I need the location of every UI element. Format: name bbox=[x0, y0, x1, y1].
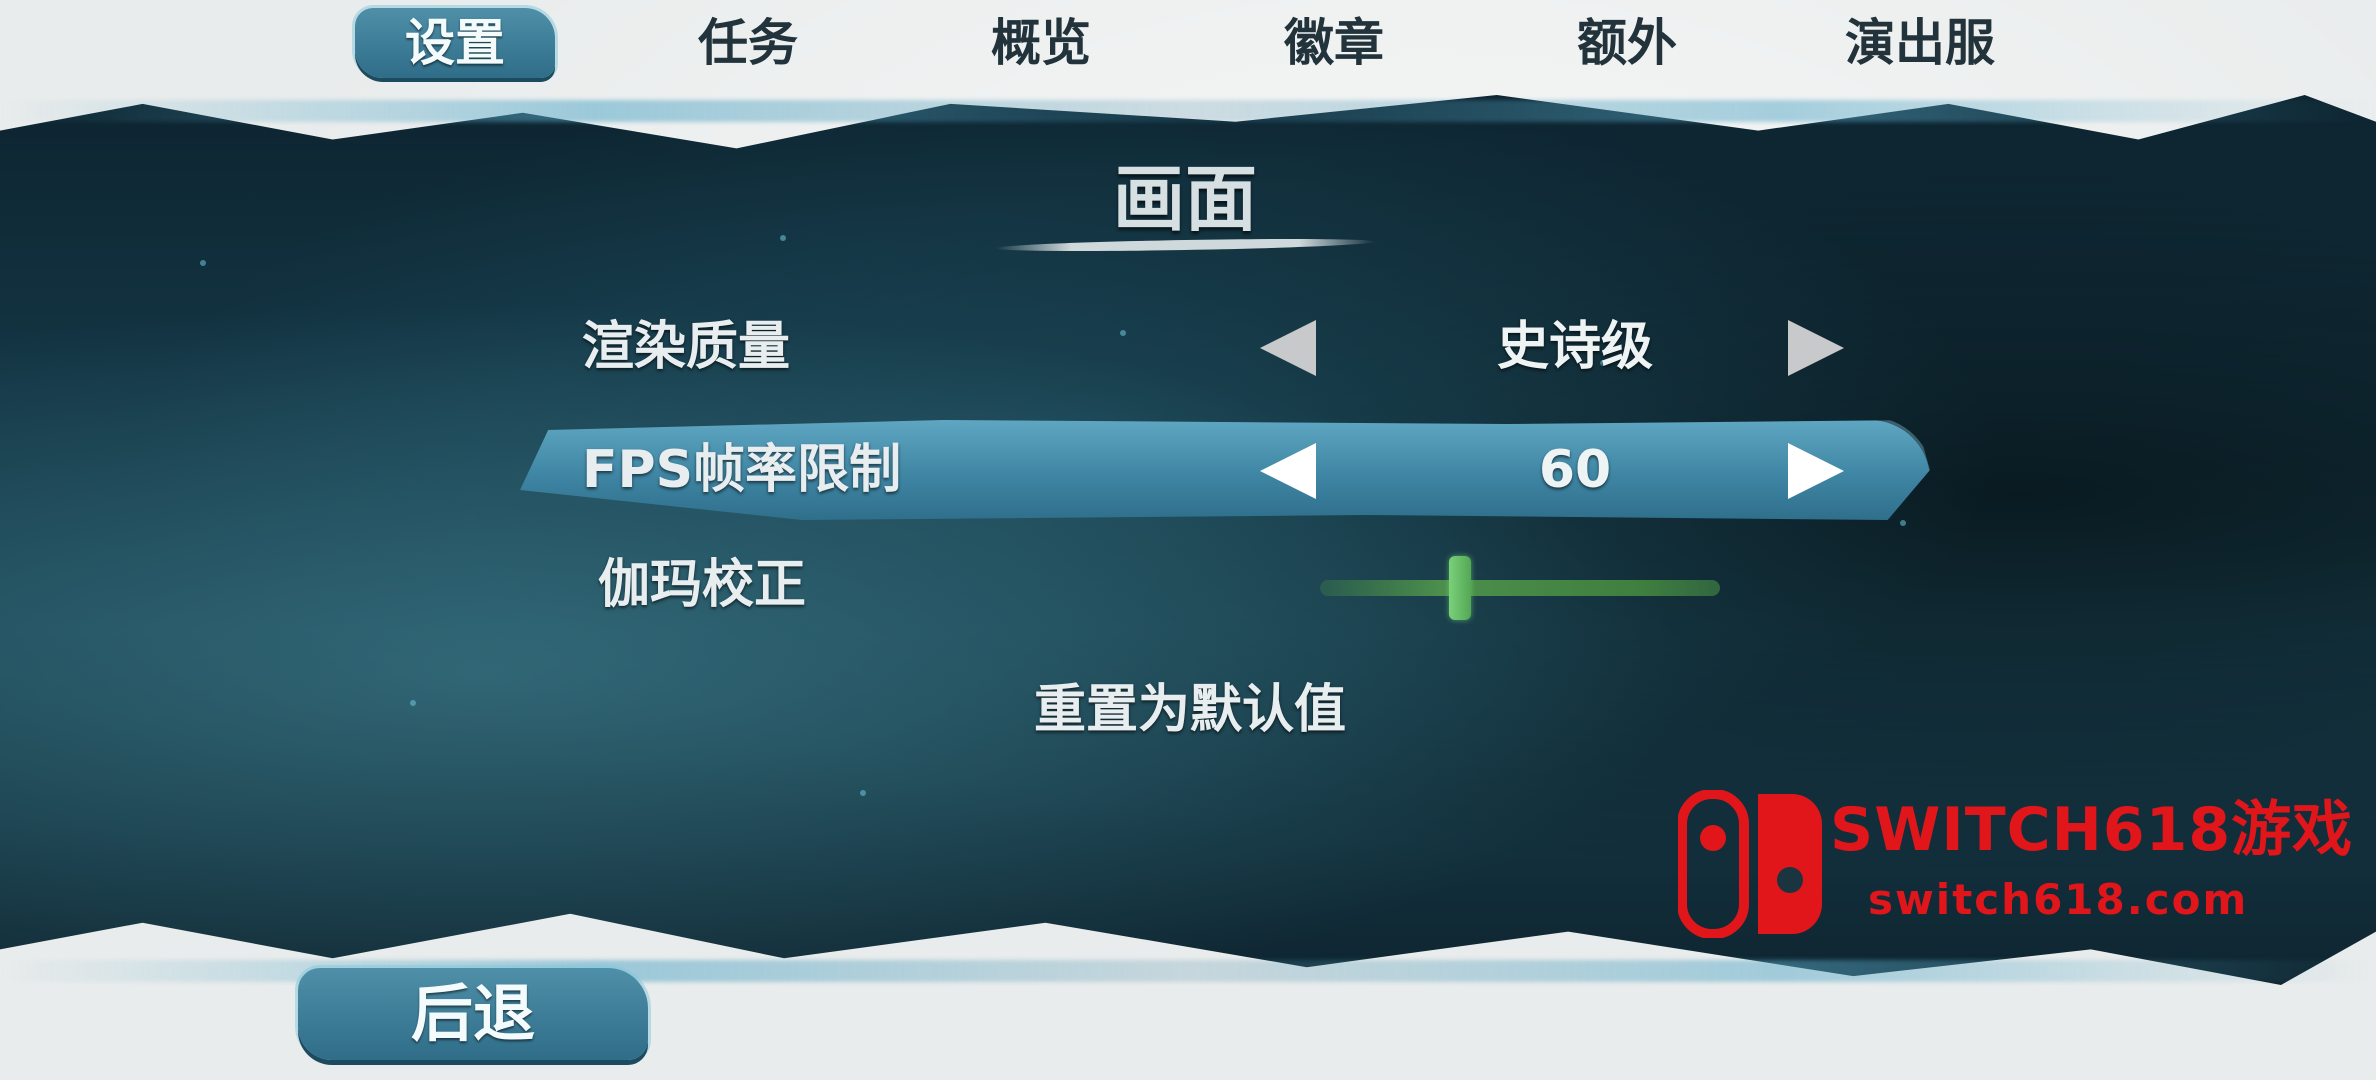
tab-costumes[interactable]: 演出服 bbox=[1820, 8, 2020, 78]
ink-speck bbox=[860, 790, 866, 796]
ink-speck bbox=[410, 700, 416, 706]
arrow-right-icon[interactable] bbox=[1788, 320, 1844, 376]
setting-row-fps-limit[interactable]: FPS帧率限制 60 bbox=[520, 415, 1930, 525]
setting-value: 史诗级 bbox=[1496, 317, 1653, 377]
switch-logo-icon bbox=[1678, 790, 1822, 938]
tab-settings[interactable]: 设置 bbox=[355, 8, 555, 78]
section-title: 画面 bbox=[1112, 157, 1257, 241]
arrow-left-icon[interactable] bbox=[1260, 320, 1316, 376]
ink-speck bbox=[780, 235, 786, 241]
back-button[interactable]: 后退 bbox=[298, 968, 648, 1060]
gamma-slider-handle[interactable] bbox=[1449, 556, 1471, 620]
tab-overview[interactable]: 概览 bbox=[941, 8, 1141, 78]
game-settings-screen: 设置 任务 概览 徽章 额外 演出服 画面 渲染质量 史诗级 FPS帧率限制 6… bbox=[0, 0, 2376, 1080]
ink-speck bbox=[200, 260, 206, 266]
ink-edge-top bbox=[0, 100, 2376, 122]
tab-extras[interactable]: 额外 bbox=[1527, 8, 1727, 78]
arrow-left-icon[interactable] bbox=[1260, 443, 1316, 499]
tab-tasks[interactable]: 任务 bbox=[648, 8, 848, 78]
watermark-title: SWITCH618游戏 bbox=[1830, 795, 2354, 865]
setting-label: 伽玛校正 bbox=[598, 555, 807, 615]
setting-value: 60 bbox=[1538, 440, 1612, 500]
tab-badges[interactable]: 徽章 bbox=[1234, 8, 1434, 78]
top-tab-bar: 设置 任务 概览 徽章 额外 演出服 bbox=[0, 0, 2376, 90]
arrow-right-icon[interactable] bbox=[1788, 443, 1844, 499]
watermark-url: switch618.com bbox=[1868, 875, 2249, 924]
gamma-slider-track[interactable] bbox=[1320, 580, 1720, 596]
setting-label: FPS帧率限制 bbox=[582, 440, 902, 500]
setting-label: 渲染质量 bbox=[582, 317, 791, 377]
setting-row-render-quality[interactable]: 渲染质量 史诗级 bbox=[520, 292, 1930, 402]
reset-defaults-button[interactable]: 重置为默认值 bbox=[960, 670, 1420, 750]
